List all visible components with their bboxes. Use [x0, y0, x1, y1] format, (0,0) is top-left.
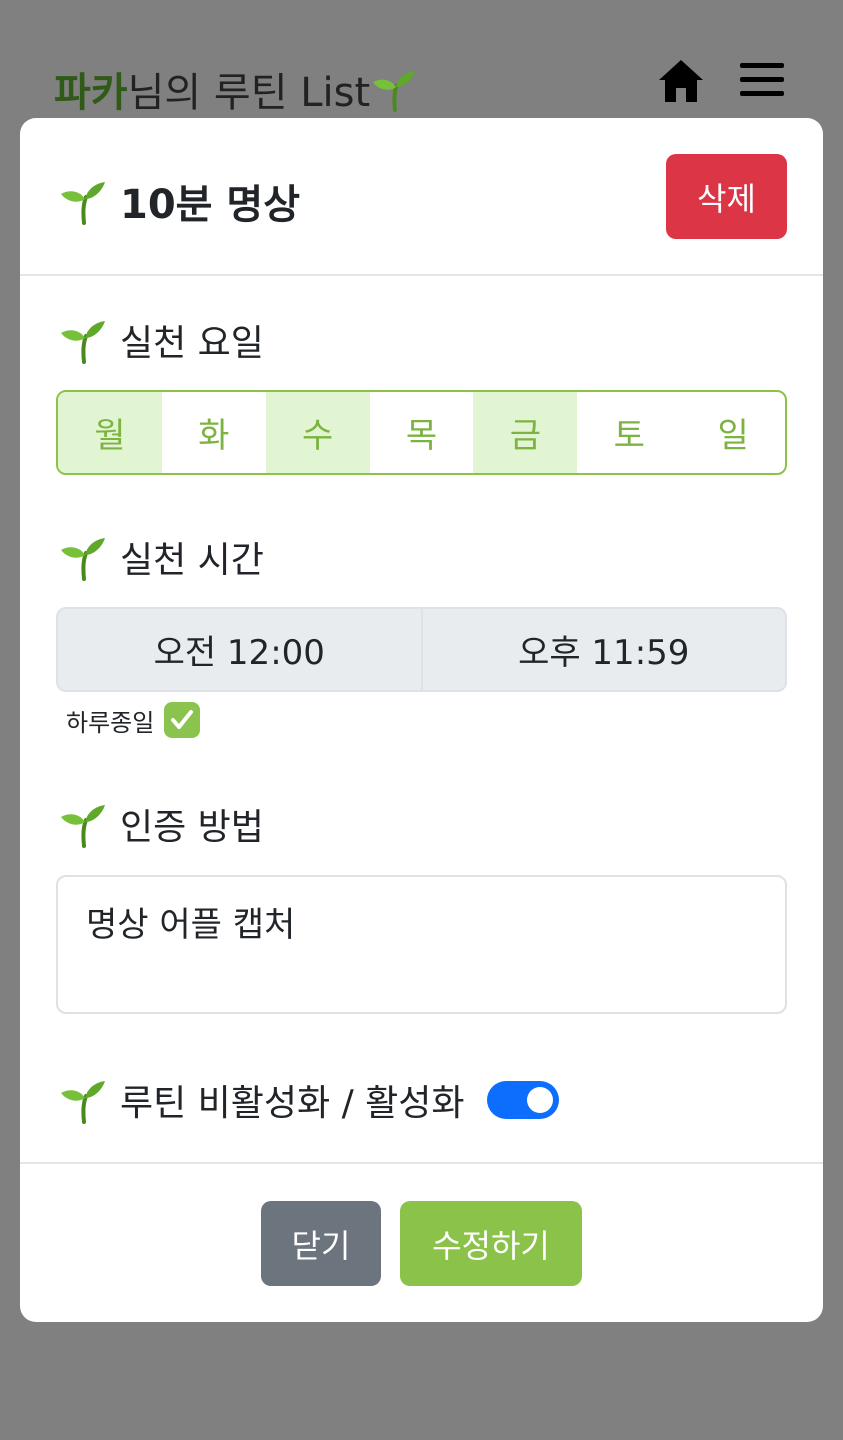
days-label: 실천 요일	[120, 323, 264, 364]
app-title-suffix: 님의 루틴 List	[127, 70, 371, 116]
day-toggle-mon[interactable]: 월	[58, 392, 162, 473]
time-range: 오전 12:00 오후 11:59	[56, 607, 787, 692]
all-day-checkbox[interactable]	[164, 702, 201, 738]
user-name: 파카	[54, 70, 128, 116]
time-section-label: 실천 시간	[58, 531, 264, 583]
day-toggle-fri[interactable]: 금	[473, 392, 578, 473]
time-label: 실천 시간	[120, 540, 264, 581]
sprout-icon	[58, 800, 106, 848]
home-icon[interactable]	[657, 56, 705, 104]
sprout-icon	[58, 1076, 106, 1124]
modal-footer: 닫기 수정하기	[20, 1162, 823, 1322]
day-toggle-sun[interactable]: 일	[681, 392, 785, 473]
day-toggle-sat[interactable]: 토	[577, 392, 681, 473]
app-header: 파카 님의 루틴 List	[0, 0, 843, 118]
modal-title: 10분 명상	[58, 172, 300, 230]
sprout-icon	[370, 66, 416, 112]
activation-toggle[interactable]	[486, 1081, 559, 1119]
method-section-label: 인증 방법	[58, 798, 264, 850]
close-button[interactable]: 닫기	[261, 1201, 381, 1286]
routine-name: 10분 명상	[120, 182, 300, 228]
modal-header: 10분 명상 삭제	[20, 118, 823, 276]
activation-label: 루틴 비활성화 / 활성화	[120, 1083, 465, 1124]
all-day-label: 하루종일	[66, 708, 155, 737]
routine-edit-modal: 10분 명상 삭제 실천 요일 월 화 수 목 금 토 일 실천 시간 오전 1…	[20, 118, 823, 1322]
all-day-row: 하루종일	[66, 702, 201, 738]
start-time-picker[interactable]: 오전 12:00	[58, 609, 421, 690]
day-toggle-thu[interactable]: 목	[370, 392, 474, 473]
delete-button[interactable]: 삭제	[666, 154, 787, 239]
activation-row: 루틴 비활성화 / 활성화	[58, 1074, 559, 1126]
sprout-icon	[58, 177, 106, 225]
checkmark-icon	[171, 710, 194, 729]
verification-method-textarea[interactable]: 명상 어플 캡처	[56, 875, 787, 1014]
day-toggle-wed[interactable]: 수	[265, 392, 370, 473]
sprout-icon	[58, 316, 106, 364]
days-section-label: 실천 요일	[58, 314, 264, 366]
method-label: 인증 방법	[120, 807, 264, 848]
app-title: 파카 님의 루틴 List	[54, 60, 416, 118]
end-time-picker[interactable]: 오후 11:59	[420, 609, 786, 690]
toggle-knob	[526, 1087, 553, 1113]
sprout-icon	[58, 533, 106, 581]
day-toggle-tue[interactable]: 화	[162, 392, 266, 473]
hamburger-menu-icon[interactable]	[738, 60, 786, 100]
edit-button[interactable]: 수정하기	[400, 1201, 582, 1286]
day-selector: 월 화 수 목 금 토 일	[56, 390, 787, 475]
